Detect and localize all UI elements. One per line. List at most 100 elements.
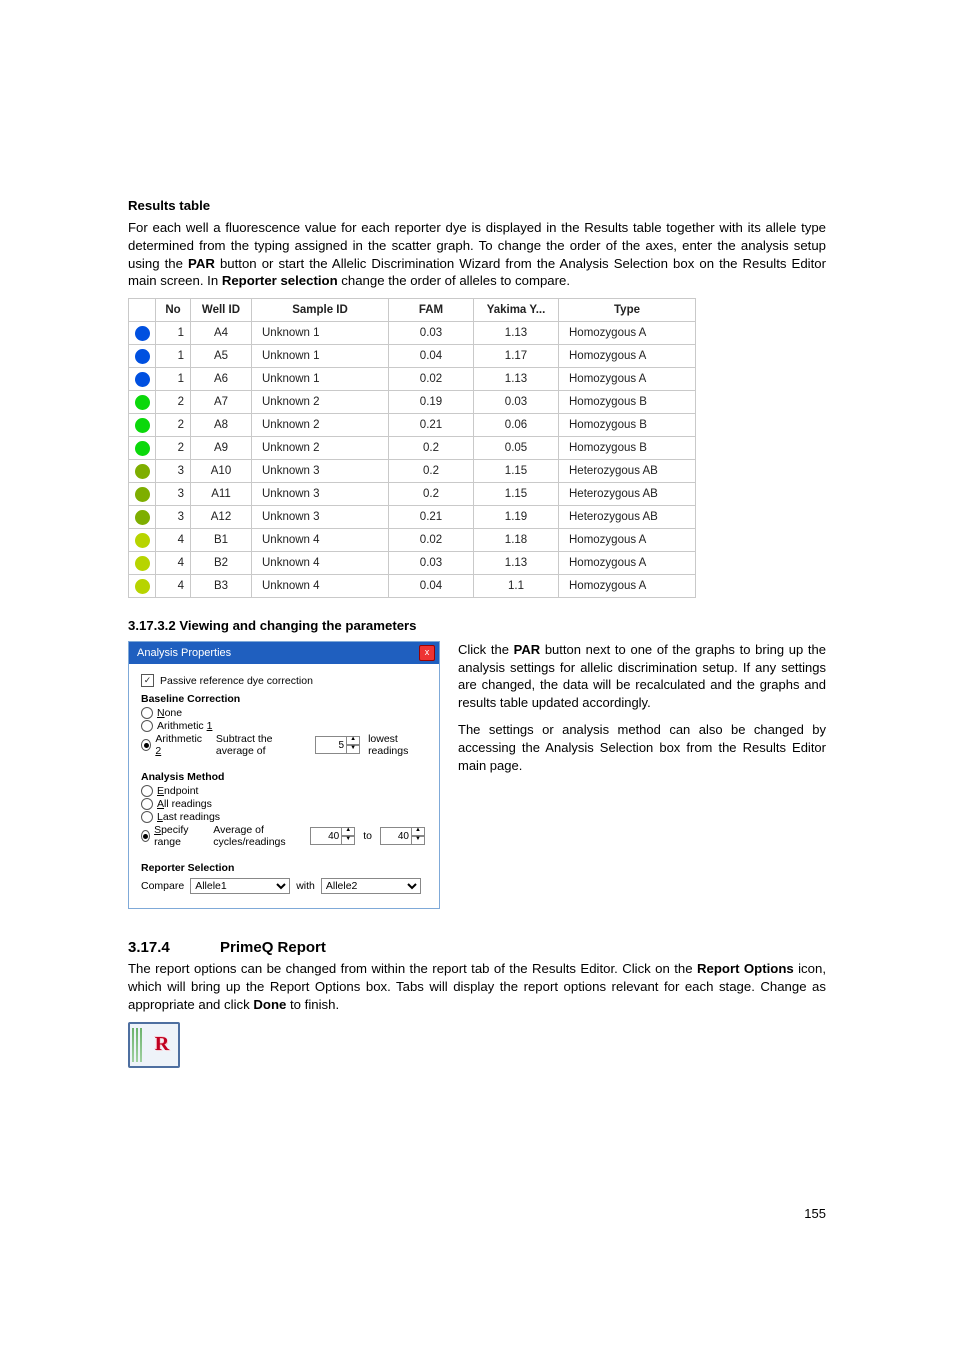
well-cell: B3 (191, 575, 252, 598)
radio-allreadings[interactable]: All readings (141, 798, 429, 810)
radio-icon (141, 830, 150, 842)
sample-cell: Unknown 2 (252, 414, 389, 437)
radio-icon (141, 785, 153, 797)
no-cell: 3 (156, 506, 191, 529)
type-cell: Homozygous A (559, 368, 696, 391)
passive-ref-label: Passive reference dye correction (160, 675, 313, 687)
close-icon[interactable]: x (419, 645, 435, 661)
col-yy: Yakima Y... (474, 299, 559, 322)
u: E (157, 785, 164, 797)
lbl: None (157, 707, 182, 719)
spin-up-icon[interactable]: ▲ (412, 827, 425, 836)
well-cell: A12 (191, 506, 252, 529)
u: A (157, 798, 164, 810)
t: Click the (458, 642, 514, 657)
color-dot-icon (135, 579, 150, 594)
type-cell: Homozygous B (559, 437, 696, 460)
radio-arith1[interactable]: Arithmetic 1 (141, 720, 429, 732)
spin-up-icon[interactable]: ▲ (342, 827, 355, 836)
done-bold: Done (253, 997, 286, 1012)
spin-input[interactable] (315, 736, 347, 754)
spin-up-icon[interactable]: ▲ (347, 736, 360, 745)
t: to finish. (286, 997, 339, 1012)
no-cell: 2 (156, 414, 191, 437)
well-cell: B1 (191, 529, 252, 552)
no-cell: 2 (156, 391, 191, 414)
heading-3174: 3.17.4PrimeQ Report (128, 939, 826, 956)
no-cell: 1 (156, 322, 191, 345)
fam-cell: 0.21 (389, 506, 474, 529)
spin-down-icon[interactable]: ▼ (412, 836, 425, 845)
fam-cell: 0.19 (389, 391, 474, 414)
radio-none[interactable]: None (141, 707, 429, 719)
color-dot-icon (135, 326, 150, 341)
u: 1 (207, 720, 213, 732)
table-row: 1A6Unknown 10.021.13Homozygous A (129, 368, 696, 391)
color-dot-icon (135, 464, 150, 479)
sample-cell: Unknown 1 (252, 322, 389, 345)
yy-cell: 1.17 (474, 345, 559, 368)
radio-icon (141, 739, 151, 751)
well-cell: A10 (191, 460, 252, 483)
color-dot-icon (135, 441, 150, 456)
color-dot-icon (135, 556, 150, 571)
subheading-31732: 3.17.3.2 Viewing and changing the parame… (128, 618, 826, 633)
fam-cell: 0.21 (389, 414, 474, 437)
table-row: 3A11Unknown 30.21.15Heterozygous AB (129, 483, 696, 506)
report-options-icon[interactable]: R (128, 1022, 180, 1068)
sample-cell: Unknown 2 (252, 437, 389, 460)
well-cell: B2 (191, 552, 252, 575)
radio-icon (141, 707, 153, 719)
radio-arith2[interactable]: Arithmetic 2 Subtract the average of ▲▼ … (141, 733, 429, 757)
range-from-stepper[interactable]: ▲▼ (310, 827, 355, 845)
fam-cell: 0.04 (389, 575, 474, 598)
compare-allele1-select[interactable]: Allele1 (190, 878, 290, 894)
well-cell: A8 (191, 414, 252, 437)
spin-down-icon[interactable]: ▼ (342, 836, 355, 845)
yy-cell: 1.13 (474, 552, 559, 575)
color-dot-icon (135, 372, 150, 387)
spin-down-icon[interactable]: ▼ (347, 745, 360, 754)
type-cell: Homozygous B (559, 414, 696, 437)
range-to-stepper[interactable]: ▲▼ (380, 827, 425, 845)
spin-input[interactable] (310, 827, 342, 845)
sample-cell: Unknown 4 (252, 575, 389, 598)
table-row: 3A10Unknown 30.21.15Heterozygous AB (129, 460, 696, 483)
spin-input[interactable] (380, 827, 412, 845)
table-row: 4B1Unknown 40.021.18Homozygous A (129, 529, 696, 552)
fam-cell: 0.02 (389, 529, 474, 552)
fam-cell: 0.02 (389, 368, 474, 391)
lbl: Specify range (154, 824, 199, 848)
color-dot-icon (135, 533, 150, 548)
sample-cell: Unknown 1 (252, 368, 389, 391)
icon-letter: R (146, 1024, 178, 1066)
passive-ref-checkbox[interactable]: ✓ Passive reference dye correction (141, 674, 429, 687)
fam-cell: 0.03 (389, 552, 474, 575)
t: ll readings (164, 798, 212, 810)
heading-text: PrimeQ Report (220, 939, 326, 956)
results-table: No Well ID Sample ID FAM Yakima Y... Typ… (128, 298, 826, 598)
radio-specifyrange[interactable]: Specify range Average of cycles/readings… (141, 824, 429, 848)
well-cell: A5 (191, 345, 252, 368)
analysis-properties-panel: Analysis Properties x ✓ Passive referenc… (128, 641, 440, 909)
reporter-selection-bold: Reporter selection (222, 273, 338, 288)
compare-label: Compare (141, 880, 184, 892)
color-cell (129, 552, 156, 575)
side-p2: The settings or analysis method can also… (458, 721, 826, 774)
no-cell: 1 (156, 368, 191, 391)
radio-lastreadings[interactable]: Last readings (141, 811, 429, 823)
well-cell: A9 (191, 437, 252, 460)
radio-endpoint[interactable]: Endpoint (141, 785, 429, 797)
no-cell: 2 (156, 437, 191, 460)
sample-cell: Unknown 2 (252, 391, 389, 414)
yy-cell: 0.03 (474, 391, 559, 414)
lowest-readings-stepper[interactable]: ▲▼ (315, 736, 360, 754)
color-dot-icon (135, 487, 150, 502)
radio-icon (141, 798, 153, 810)
fam-cell: 0.2 (389, 460, 474, 483)
table-row: 2A7Unknown 20.190.03Homozygous B (129, 391, 696, 414)
t: The report options can be changed from w… (128, 961, 697, 976)
lbl: Endpoint (157, 785, 198, 797)
table-row: 1A4Unknown 10.031.13Homozygous A (129, 322, 696, 345)
compare-allele2-select[interactable]: Allele2 (321, 878, 421, 894)
